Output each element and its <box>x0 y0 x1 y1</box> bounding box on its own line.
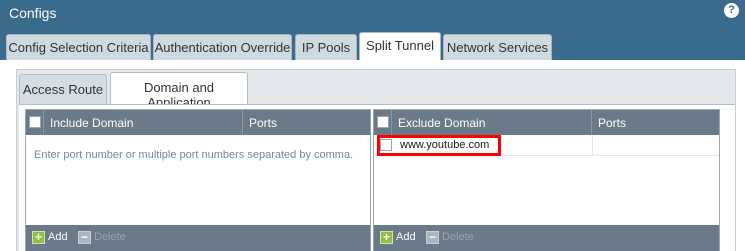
window-title: Configs <box>9 5 57 21</box>
column-divider <box>592 135 593 156</box>
exclude-ports-column-header[interactable]: Ports <box>592 110 721 135</box>
checkbox-icon[interactable] <box>377 116 389 128</box>
help-icon[interactable]: ? <box>724 3 739 18</box>
include-grid-header: Include Domain Ports <box>26 110 370 135</box>
include-grid-footer: + Add − Delete <box>26 225 370 251</box>
table-row[interactable]: www.youtube.com <box>374 135 719 156</box>
highlight-box <box>377 135 501 156</box>
include-delete-button[interactable]: − Delete <box>78 231 126 246</box>
exclude-delete-button[interactable]: − Delete <box>426 231 474 246</box>
tab-content: Access Route Domain and Application Incl… <box>0 60 745 251</box>
exclude-grid-footer: + Add − Delete <box>374 225 719 251</box>
tab-network-services[interactable]: Network Services <box>443 34 552 60</box>
include-hint-text: Enter port number or multiple port numbe… <box>34 149 354 161</box>
main-tab-bar: Config Selection Criteria Authentication… <box>0 27 745 60</box>
delete-icon: − <box>426 231 439 244</box>
include-add-label: Add <box>48 231 68 243</box>
include-grid-body[interactable]: Enter port number or multiple port numbe… <box>26 135 370 227</box>
tab-split-tunnel[interactable]: Split Tunnel <box>359 32 441 60</box>
exclude-delete-label: Delete <box>442 231 474 243</box>
split-tunnel-panel: Access Route Domain and Application Incl… <box>16 69 736 251</box>
exclude-domain-column-header[interactable]: Exclude Domain <box>392 110 592 135</box>
exclude-grid-header: Exclude Domain Ports <box>374 110 719 135</box>
include-ports-column-header[interactable]: Ports <box>243 110 372 135</box>
add-icon: + <box>32 231 45 244</box>
tab-authentication-override[interactable]: Authentication Override <box>153 34 292 60</box>
include-domain-column-header[interactable]: Include Domain <box>44 110 243 135</box>
exclude-add-button[interactable]: + Add <box>380 231 416 246</box>
include-header-checkbox-cell <box>26 110 44 135</box>
tab-config-selection-criteria[interactable]: Config Selection Criteria <box>6 34 151 60</box>
checkbox-icon[interactable] <box>29 116 41 128</box>
exclude-header-checkbox-cell <box>374 110 392 135</box>
add-icon: + <box>380 231 393 244</box>
exclude-grid-body: www.youtube.com <box>374 135 719 227</box>
include-delete-label: Delete <box>94 231 126 243</box>
window-titlebar: Configs ? <box>0 0 745 27</box>
include-domain-grid: Include Domain Ports Enter port number o… <box>25 109 371 251</box>
tab-ip-pools[interactable]: IP Pools <box>295 34 357 60</box>
subtab-domain-and-application[interactable]: Domain and Application <box>110 72 248 110</box>
exclude-domain-grid: Exclude Domain Ports www.youtube.com + A… <box>373 109 720 251</box>
exclude-add-label: Add <box>396 231 416 243</box>
include-add-button[interactable]: + Add <box>32 231 68 246</box>
subtab-access-route[interactable]: Access Route <box>19 74 107 104</box>
domain-application-panel: Include Domain Ports Enter port number o… <box>19 104 735 251</box>
delete-icon: − <box>78 231 91 244</box>
